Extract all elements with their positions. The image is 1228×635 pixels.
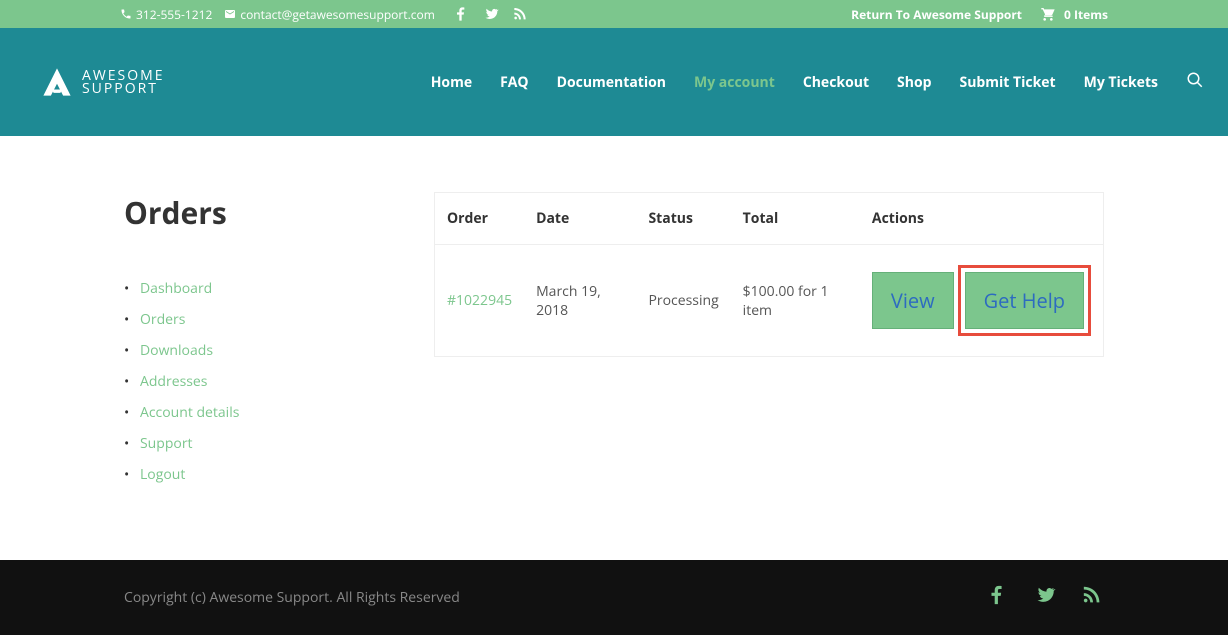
- col-date: Date: [524, 193, 636, 245]
- return-link[interactable]: Return To Awesome Support: [851, 6, 1022, 23]
- order-date: March 19, 2018: [524, 245, 636, 357]
- order-total: $100.00 for 1 item: [731, 245, 860, 357]
- site-logo[interactable]: AWESOME SUPPORT: [40, 65, 165, 99]
- cart-count: 0 Items: [1064, 6, 1108, 23]
- footer-facebook-icon[interactable]: [986, 584, 1008, 611]
- nav-submit-ticket[interactable]: Submit Ticket: [960, 73, 1056, 92]
- rss-icon[interactable]: [513, 6, 529, 22]
- nav-home[interactable]: Home: [431, 73, 472, 92]
- footer-rss-icon[interactable]: [1082, 584, 1104, 611]
- col-status: Status: [636, 193, 730, 245]
- phone-icon: [120, 8, 132, 20]
- email-address: contact@getawesomesupport.com: [240, 6, 434, 23]
- table-row: #1022945 March 19, 2018 Processing $100.…: [435, 245, 1104, 357]
- logo-line2: SUPPORT: [82, 82, 165, 95]
- footer-twitter-icon[interactable]: [1034, 584, 1056, 611]
- facebook-icon[interactable]: [453, 6, 469, 22]
- top-bar: 312-555-1212 contact@getawesomesupport.c…: [0, 0, 1228, 28]
- col-total: Total: [731, 193, 860, 245]
- email-contact[interactable]: contact@getawesomesupport.com: [224, 6, 434, 23]
- cart-icon: [1040, 6, 1056, 22]
- copyright-text: Copyright (c) Awesome Support. All Right…: [124, 588, 460, 607]
- sidebar-item-dashboard: Dashboard: [124, 273, 434, 304]
- order-status: Processing: [636, 245, 730, 357]
- highlight-annotation: Get Help: [958, 265, 1091, 336]
- sidebar-item-support: Support: [124, 428, 434, 459]
- orders-table: Order Date Status Total Actions #1022945…: [434, 192, 1104, 357]
- nav-my-tickets[interactable]: My Tickets: [1084, 73, 1158, 92]
- account-nav: Dashboard Orders Downloads Addresses Acc…: [124, 273, 434, 490]
- page-title: Orders: [124, 192, 434, 233]
- twitter-icon[interactable]: [483, 6, 499, 22]
- sidebar-item-downloads: Downloads: [124, 335, 434, 366]
- email-icon: [224, 8, 236, 20]
- sidebar-item-orders: Orders: [124, 304, 434, 335]
- nav-checkout[interactable]: Checkout: [803, 73, 869, 92]
- main-nav: Home FAQ Documentation My account Checko…: [431, 71, 1204, 94]
- nav-documentation[interactable]: Documentation: [557, 73, 666, 92]
- view-button[interactable]: View: [872, 272, 954, 329]
- get-help-button[interactable]: Get Help: [965, 272, 1084, 329]
- main-header: AWESOME SUPPORT Home FAQ Documentation M…: [0, 28, 1228, 136]
- sidebar-item-logout: Logout: [124, 459, 434, 490]
- phone-contact[interactable]: 312-555-1212: [120, 6, 212, 23]
- nav-my-account[interactable]: My account: [694, 73, 775, 92]
- sidebar-item-account-details: Account details: [124, 397, 434, 428]
- cart-link[interactable]: 0 Items: [1040, 6, 1108, 23]
- nav-shop[interactable]: Shop: [897, 73, 931, 92]
- site-footer: Copyright (c) Awesome Support. All Right…: [0, 560, 1228, 635]
- col-order: Order: [435, 193, 525, 245]
- nav-faq[interactable]: FAQ: [500, 73, 529, 92]
- search-icon[interactable]: [1186, 71, 1204, 94]
- col-actions: Actions: [860, 193, 1104, 245]
- order-number-link[interactable]: #1022945: [447, 291, 512, 310]
- sidebar-item-addresses: Addresses: [124, 366, 434, 397]
- phone-number: 312-555-1212: [136, 6, 212, 23]
